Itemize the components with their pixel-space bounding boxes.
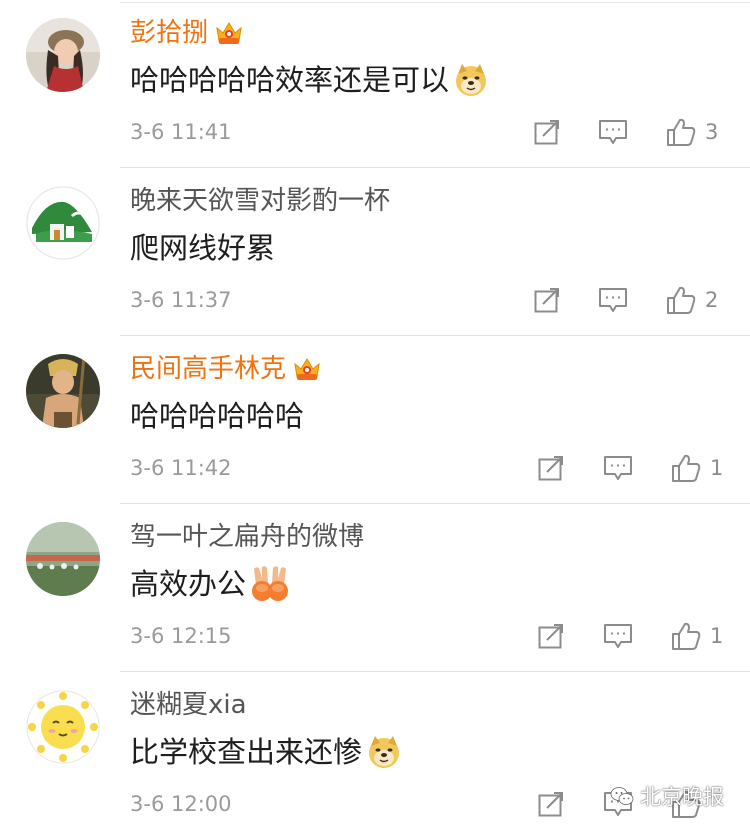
repost-icon: [538, 456, 563, 481]
reply-button[interactable]: [603, 448, 633, 488]
like-button[interactable]: 1: [670, 448, 723, 488]
comment-item: 迷糊夏xia 比学校查出来还惨 3-6 12:00: [0, 672, 750, 840]
thumbs-up-icon: [667, 118, 696, 146]
username-text[interactable]: 驾一叶之扁舟的微博: [130, 520, 364, 554]
comment-item: 晚来天欲雪对影酌一杯 爬网线好累 3-6 11:37 2: [0, 168, 750, 336]
comment-time: 3-6 12:15: [130, 624, 232, 648]
thumbs-up-icon: [672, 454, 701, 482]
comment-item: 彭拾捌 哈哈哈哈哈效率还是可以 3-6 11:41 3: [0, 0, 750, 168]
comment-content: 高效办公: [130, 564, 290, 604]
comment-item: 驾一叶之扁舟的微博 高效办公 3-6 12:15 1: [0, 504, 750, 672]
like-count: 3: [705, 120, 719, 144]
comment-text: 哈哈哈哈哈效率还是可以: [130, 63, 450, 97]
username-text[interactable]: 民间高手林克: [130, 352, 286, 386]
avatar[interactable]: [26, 186, 100, 260]
comment-content: 哈哈哈哈哈效率还是可以: [130, 60, 489, 100]
like-count: 1: [710, 456, 724, 480]
username[interactable]: 迷糊夏xia: [130, 688, 247, 722]
comment-time: 3-6 12:00: [130, 792, 232, 816]
reply-button[interactable]: [598, 112, 628, 152]
like-button[interactable]: 3: [665, 112, 718, 152]
comment-content: 比学校查出来还惨: [130, 732, 402, 772]
comment-item: 民间高手林克 哈哈哈哈哈哈 3-6 11:42 1: [0, 336, 750, 504]
vip-crown-icon: [294, 358, 320, 380]
watermark-text: 北京晚报: [640, 785, 724, 809]
username[interactable]: 彭拾捌: [130, 16, 244, 50]
avatar[interactable]: [26, 18, 100, 92]
like-count: 2: [705, 288, 719, 312]
comment-text: 高效办公: [130, 567, 247, 601]
repost-button[interactable]: [533, 280, 561, 320]
repost-icon: [538, 624, 563, 649]
vip-crown-icon: [216, 22, 242, 44]
comment-text: 哈哈哈哈哈哈: [130, 399, 305, 433]
like-button[interactable]: 1: [670, 616, 723, 656]
repost-button[interactable]: [537, 448, 565, 488]
like-count: 1: [710, 624, 724, 648]
reply-icon: [599, 120, 627, 144]
reply-icon: [604, 456, 632, 480]
comment-content: 哈哈哈哈哈哈: [130, 396, 304, 436]
username-text[interactable]: 彭拾捌: [130, 16, 208, 50]
comment-time: 3-6 11:41: [130, 120, 232, 144]
repost-button[interactable]: [537, 784, 565, 824]
comment-content: 爬网线好累: [130, 228, 275, 268]
comment-text: 爬网线好累: [130, 231, 276, 265]
thumbs-up-icon: [667, 286, 696, 314]
repost-button[interactable]: [537, 616, 565, 656]
wechat-icon: [610, 787, 634, 805]
repost-icon: [534, 120, 559, 145]
reply-button[interactable]: [598, 280, 628, 320]
username[interactable]: 民间高手林克: [130, 352, 322, 386]
avatar[interactable]: [26, 354, 100, 428]
doge-emoji: [369, 736, 400, 768]
comment-time: 3-6 11:37: [130, 288, 232, 312]
repost-icon: [534, 288, 559, 313]
username[interactable]: 晚来天欲雪对影酌一杯: [130, 184, 390, 218]
doge-emoji: [456, 64, 487, 96]
username[interactable]: 驾一叶之扁舟的微博: [130, 520, 364, 554]
victory-hands-emoji: [252, 566, 289, 601]
thumbs-up-icon: [672, 622, 701, 650]
avatar[interactable]: [26, 522, 100, 596]
reply-icon: [599, 288, 627, 312]
avatar[interactable]: [26, 690, 100, 764]
reply-button[interactable]: [603, 616, 633, 656]
comment-time: 3-6 11:42: [130, 456, 232, 480]
like-button[interactable]: 2: [665, 280, 718, 320]
comment-text: 比学校查出来还惨: [130, 735, 363, 769]
watermark: 北京晚报: [610, 781, 724, 811]
repost-icon: [538, 792, 563, 817]
username-text[interactable]: 晚来天欲雪对影酌一杯: [130, 184, 390, 218]
reply-icon: [604, 624, 632, 648]
username-text[interactable]: 迷糊夏xia: [130, 688, 247, 722]
repost-button[interactable]: [533, 112, 561, 152]
